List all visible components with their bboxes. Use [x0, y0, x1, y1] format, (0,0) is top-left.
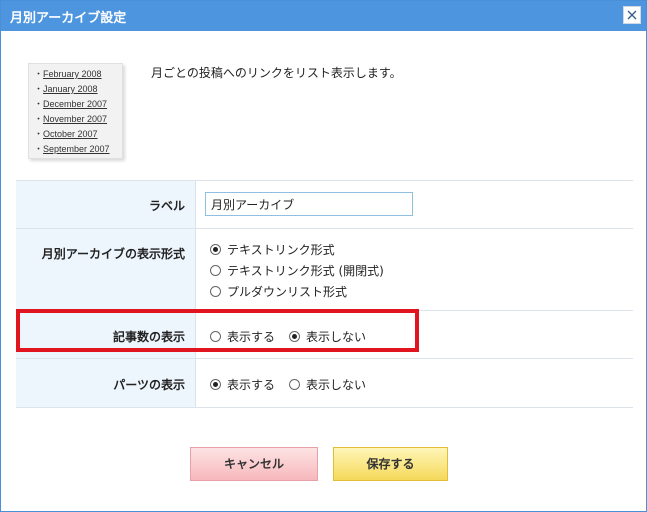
preview-item: ・October 2007	[34, 129, 98, 139]
dialog-title: 月別アーカイブ設定	[10, 11, 127, 26]
parts-row-label: パーツの表示	[113, 378, 185, 392]
label-cell: 月別アーカイブの表示形式	[16, 229, 196, 310]
preview-item-label: February 2008	[43, 69, 102, 79]
preview-item: ・December 2007	[34, 99, 108, 109]
parts-option-show[interactable]: 表示する	[210, 376, 275, 393]
preview-item-label: December 2007	[43, 99, 108, 109]
dialog-titlebar: 月別アーカイブ設定	[1, 1, 646, 31]
label-cell: パーツの表示	[16, 359, 196, 407]
radio-unselected-icon[interactable]	[289, 379, 300, 390]
close-icon	[627, 10, 637, 20]
save-button[interactable]: 保存する	[333, 447, 448, 481]
radio-unselected-icon[interactable]	[210, 265, 221, 276]
label-row: ラベル	[16, 181, 633, 229]
close-button[interactable]	[623, 6, 641, 24]
parts-option-hide[interactable]: 表示しない	[289, 376, 366, 393]
archive-preview-image: ・February 2008 ・January 2008 ・December 2…	[28, 63, 123, 159]
preview-item-label: January 2008	[43, 84, 98, 94]
preview-item-label: October 2007	[43, 129, 98, 139]
parts-row: パーツの表示 表示する 表示しない	[16, 359, 633, 408]
label-input[interactable]	[205, 192, 413, 216]
radio-unselected-icon[interactable]	[210, 286, 221, 297]
preview-item-label: September 2007	[43, 144, 110, 154]
settings-form: ラベル 月別アーカイブの表示形式 テキストリンク形式 テキストリンク形式 (開閉…	[16, 180, 633, 408]
widget-description: 月ごとの投稿へのリンクをリスト表示します。	[151, 66, 402, 80]
radio-selected-icon[interactable]	[210, 244, 221, 255]
format-row-label: 月別アーカイブの表示形式	[41, 247, 185, 261]
format-option-pulldown[interactable]: プルダウンリスト形式	[210, 283, 347, 300]
preview-item: ・September 2007	[34, 144, 110, 154]
label-cell: ラベル	[16, 181, 196, 228]
preview-item-label: November 2007	[43, 114, 108, 124]
radio-selected-icon[interactable]	[210, 379, 221, 390]
cancel-button[interactable]: キャンセル	[190, 447, 318, 481]
format-option-text-link[interactable]: テキストリンク形式	[210, 241, 335, 258]
archive-settings-dialog: 月別アーカイブ設定 ・February 2008 ・January 2008 ・…	[0, 0, 647, 512]
label-row-label: ラベル	[148, 199, 185, 213]
format-option-text-link-collapsible[interactable]: テキストリンク形式 (開閉式)	[210, 262, 384, 279]
highlight-box	[16, 309, 419, 352]
format-row: 月別アーカイブの表示形式 テキストリンク形式 テキストリンク形式 (開閉式) プ…	[16, 229, 633, 311]
preview-item: ・January 2008	[34, 84, 98, 94]
preview-item: ・November 2007	[34, 114, 108, 124]
preview-item: ・February 2008	[34, 69, 102, 79]
